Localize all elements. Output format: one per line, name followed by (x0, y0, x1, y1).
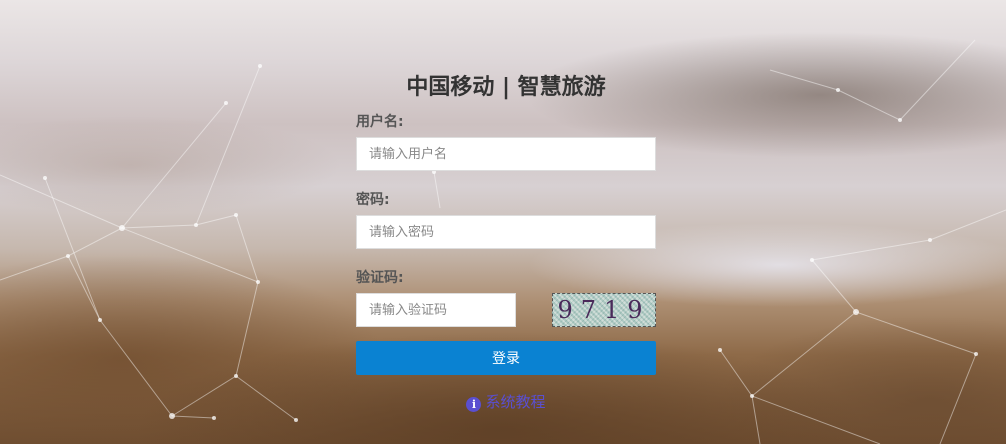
password-label: 密码: (356, 192, 390, 208)
system-tutorial-label: 系统教程 (485, 393, 546, 411)
login-panel: 中国移动 | 智慧旅游 用户名: 密码: 验证码: 9719 登录 i系统教程 (356, 70, 656, 413)
page-title: 中国移动 | 智慧旅游 (406, 75, 606, 100)
login-button[interactable]: 登录 (356, 341, 656, 375)
captcha-input[interactable] (356, 293, 516, 327)
username-label: 用户名: (356, 114, 404, 130)
info-icon: i (466, 397, 482, 412)
username-input[interactable] (356, 137, 656, 171)
captcha-label: 验证码: (356, 270, 404, 286)
captcha-row: 9719 (356, 293, 656, 327)
password-input[interactable] (356, 215, 656, 249)
captcha-image[interactable]: 9719 (552, 293, 656, 327)
system-tutorial-link[interactable]: i 系统教程 (356, 391, 656, 413)
